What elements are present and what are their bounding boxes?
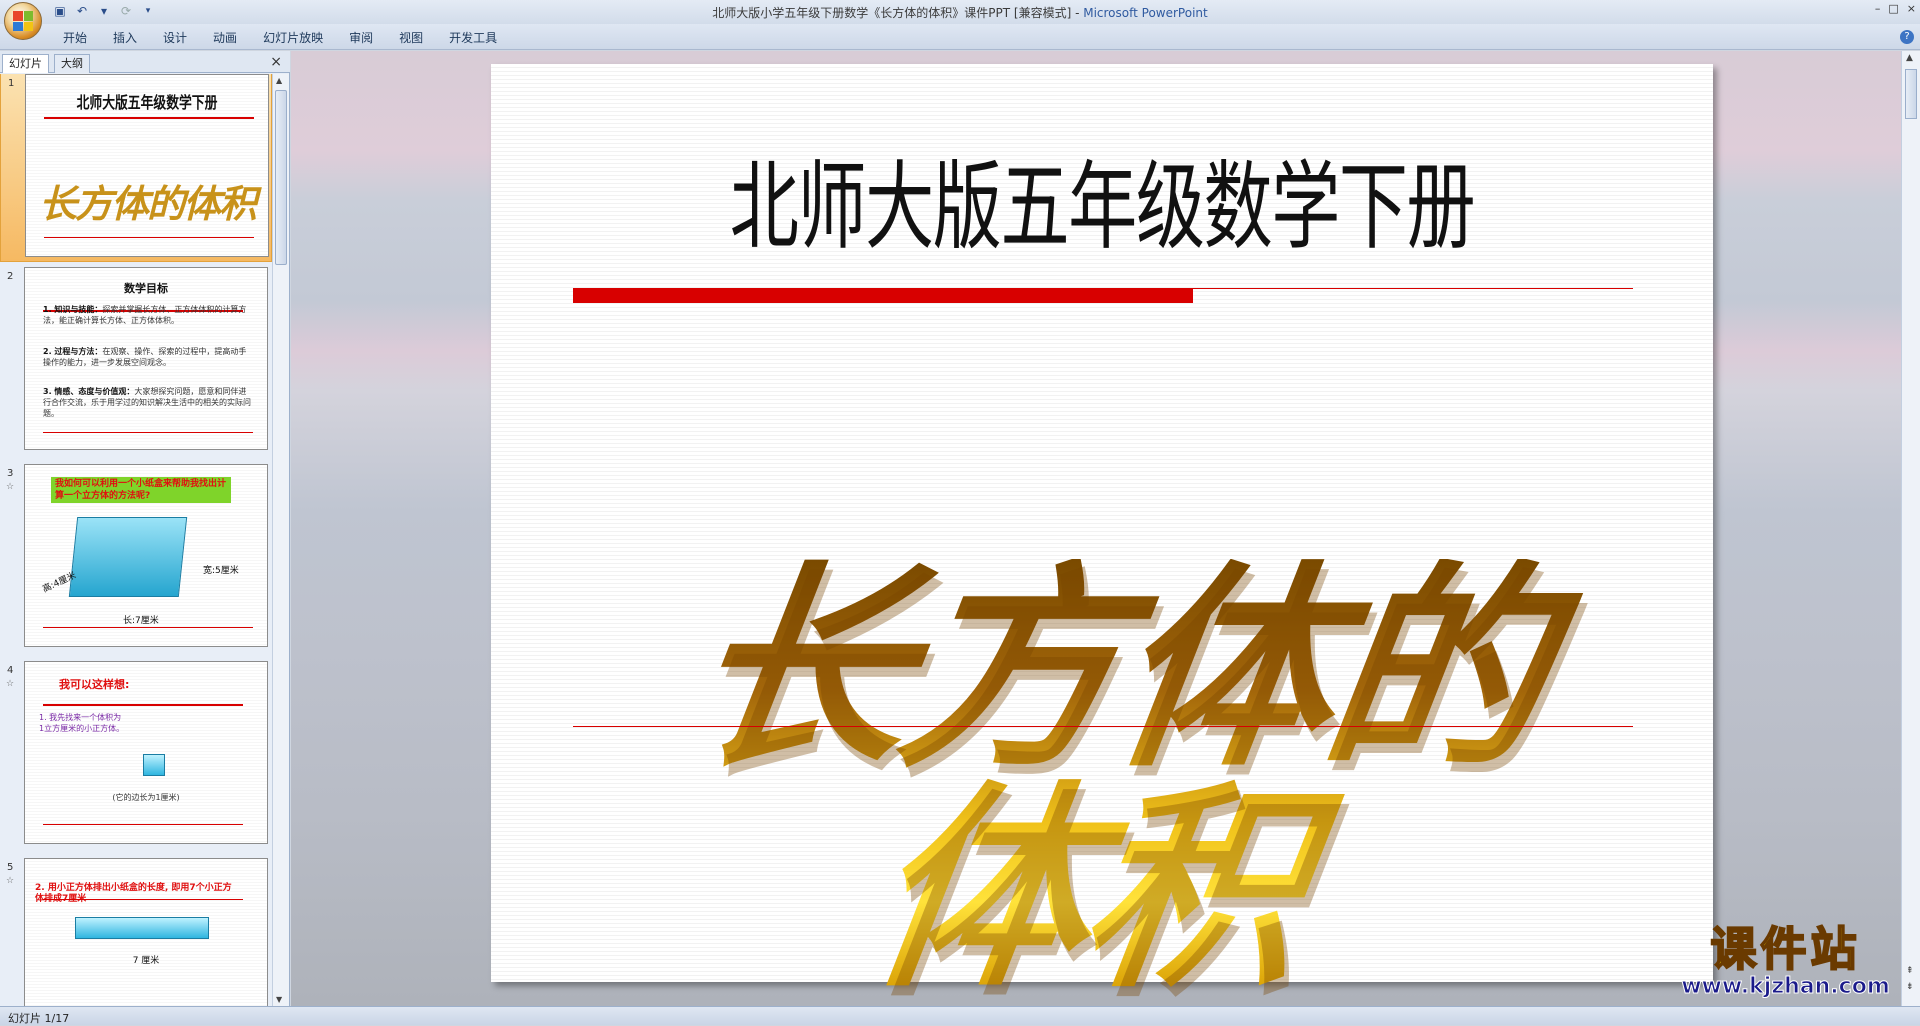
thumbnail-slide-5[interactable]: 2. 用小正方体排出小纸盒的长度, 即用7个小正方体排成7厘米 7 厘米: [24, 858, 268, 1006]
panel-close-icon[interactable]: ×: [270, 54, 282, 70]
tab-insert[interactable]: 插入: [100, 29, 150, 47]
width-label: 宽:5厘米: [203, 566, 239, 576]
office-logo-icon: [13, 11, 33, 31]
slide-main-text[interactable]: 长方体的体积: [560, 541, 1642, 1017]
slide-title[interactable]: 北师大版五年级数学下册: [662, 129, 1542, 268]
objective-item: 2. 过程与方法：在观察、操作、探索的过程中，提高动手操作的能力，进一步发展空间…: [43, 347, 247, 367]
ribbon: 开始 插入 设计 动画 幻灯片放映 审阅 视图 开发工具 ?: [0, 24, 1920, 50]
window-title: 北师大版小学五年级下册数学《长方体的体积》课件PPT [兼容模式] - Micr…: [0, 4, 1920, 21]
divider: [43, 899, 243, 900]
thumbnail-row-3[interactable]: 3 ☆ 我如何可以利用一个小纸盒来帮助我找出计算一个立方体的方法呢? 高:4厘米…: [0, 460, 272, 653]
thumbnail-text: 1. 我先找来一个体积为 1立方厘米的小正方体。: [39, 713, 125, 733]
scroll-thumb[interactable]: [275, 90, 287, 265]
question-box: 我如何可以利用一个小纸盒来帮助我找出计算一个立方体的方法呢?: [51, 477, 231, 503]
thumbnail-slide-4[interactable]: 我可以这样想: 1. 我先找来一个体积为 1立方厘米的小正方体。 (它的边长为1…: [24, 661, 268, 844]
thumbnail-row-4[interactable]: 4 ☆ 我可以这样想: 1. 我先找来一个体积为 1立方厘米的小正方体。 (它的…: [0, 657, 272, 850]
help-icon[interactable]: ?: [1900, 30, 1914, 44]
slides-panel: 幻灯片 大纲 × 1 北师大版五年级数学下册 长方体的体积 2 数学目标 1. …: [0, 51, 290, 1006]
thumbnail-slide-2[interactable]: 数学目标 1. 知识与技能：探索并掌握长方体、正方体体积的计算方法，能正确计算长…: [24, 267, 268, 450]
cubes-row-illustration: [75, 917, 209, 939]
watermark-url: www.kjzhan.com: [1681, 974, 1891, 1000]
close-button[interactable]: ×: [1907, 2, 1916, 15]
animation-star-icon: ☆: [6, 876, 15, 886]
thumbnail-scrollbar[interactable]: ▲ ▼: [272, 74, 289, 1006]
tab-design[interactable]: 设计: [150, 29, 200, 47]
divider: [43, 704, 243, 706]
document-title: 北师大版小学五年级下册数学《长方体的体积》课件PPT [兼容模式] -: [712, 6, 1084, 20]
watermark-name: 课件站: [1710, 922, 1861, 976]
scroll-up-icon[interactable]: ▲: [276, 76, 282, 85]
objective-item: 1. 知识与技能：探索并掌握长方体、正方体体积的计算方法，能正确计算长方体、正方…: [43, 305, 247, 325]
thumbnail-title: 我可以这样想:: [59, 678, 130, 691]
thumbnail-slide-3[interactable]: 我如何可以利用一个小纸盒来帮助我找出计算一个立方体的方法呢? 高:4厘米 宽:5…: [24, 464, 268, 647]
tab-developer[interactable]: 开发工具: [436, 29, 510, 47]
thumbnail-row-5[interactable]: 5 ☆ 2. 用小正方体排出小纸盒的长度, 即用7个小正方体排成7厘米 7 厘米: [0, 854, 272, 1006]
thumbnail-title: 数学目标: [124, 282, 168, 295]
app-name: Microsoft PowerPoint: [1083, 6, 1208, 20]
bottom-line: [573, 726, 1633, 727]
thumbnail-number: 1: [8, 78, 15, 89]
animation-star-icon: ☆: [6, 482, 15, 492]
tab-slideshow[interactable]: 幻灯片放映: [250, 29, 336, 47]
site-watermark: 课件站 www.kjzhan.com: [1668, 922, 1903, 1002]
thumbnail-slide-1[interactable]: 北师大版五年级数学下册 长方体的体积: [25, 74, 269, 257]
thumbnail-row-2[interactable]: 2 数学目标 1. 知识与技能：探索并掌握长方体、正方体体积的计算方法，能正确计…: [0, 263, 272, 456]
thumbnail-number: 2: [7, 271, 14, 282]
box-illustration: [68, 517, 188, 597]
thumbnail-title: 北师大版五年级数学下册: [76, 93, 218, 112]
animation-star-icon: ☆: [6, 679, 15, 689]
tab-review[interactable]: 审阅: [336, 29, 386, 47]
scroll-down-icon[interactable]: ▼: [276, 995, 282, 1004]
length-label: 长:7厘米: [123, 616, 159, 626]
thumbnail-row-1[interactable]: 1 北师大版五年级数学下册 长方体的体积: [0, 74, 272, 262]
divider: [44, 117, 254, 119]
divider: [43, 824, 243, 825]
tab-view[interactable]: 视图: [386, 29, 436, 47]
tab-slides[interactable]: 幻灯片: [2, 54, 49, 73]
ribbon-tabs: 开始 插入 设计 动画 幻灯片放映 审阅 视图 开发工具: [50, 29, 510, 47]
thumbnail-number: 4: [7, 665, 14, 676]
slide-indicator: 幻灯片 1/17: [8, 1012, 70, 1025]
slide-scrollbar[interactable]: ▲ ⇞ ⇟: [1901, 51, 1920, 1006]
thumbnail-number: 5: [7, 862, 14, 873]
objective-item: 3. 情感、态度与价值观：大家想探究问题，愿意和同伴进行合作交流，乐于用学过的知…: [43, 387, 251, 418]
thumbnail-title: 2. 用小正方体排出小纸盒的长度, 即用7个小正方体排成7厘米: [35, 883, 232, 904]
divider: [43, 627, 253, 628]
divider: [43, 432, 253, 433]
thumbnail-number: 3: [7, 468, 14, 479]
cube-illustration: [143, 754, 165, 776]
tab-outline[interactable]: 大纲: [54, 54, 90, 73]
thumbnail-list: 1 北师大版五年级数学下册 长方体的体积 2 数学目标 1. 知识与技能：探索并…: [0, 74, 272, 1006]
current-slide[interactable]: 北师大版五年级数学下册 长方体的体积: [491, 64, 1713, 1017]
tab-animations[interactable]: 动画: [200, 29, 250, 47]
title-underline-bar: [573, 289, 1193, 303]
previous-slide-icon[interactable]: ⇞: [1906, 966, 1914, 976]
next-slide-icon[interactable]: ⇟: [1906, 982, 1914, 992]
status-bar: 幻灯片 1/17: [0, 1006, 1920, 1025]
slide-workspace: 北师大版五年级数学下册 长方体的体积: [291, 51, 1901, 1017]
thumbnail-subtitle: 长方体的体积: [38, 181, 257, 226]
divider: [44, 237, 254, 238]
office-button[interactable]: [4, 2, 42, 40]
thumbnail-caption: 7 厘米: [132, 956, 160, 966]
title-bar: ▣ ↶ ▾ ⟳ ▾ 北师大版小学五年级下册数学《长方体的体积》课件PPT [兼容…: [0, 0, 1920, 24]
panel-tabs: 幻灯片 大纲 ×: [0, 51, 290, 73]
minimize-button[interactable]: –: [1875, 2, 1881, 15]
tab-home[interactable]: 开始: [50, 29, 100, 47]
scroll-thumb[interactable]: [1905, 69, 1917, 119]
window-controls: – □ ×: [1875, 2, 1916, 15]
thumbnail-caption: (它的边长为1厘米): [112, 793, 180, 802]
maximize-button[interactable]: □: [1888, 2, 1898, 15]
scroll-up-icon[interactable]: ▲: [1906, 53, 1913, 63]
